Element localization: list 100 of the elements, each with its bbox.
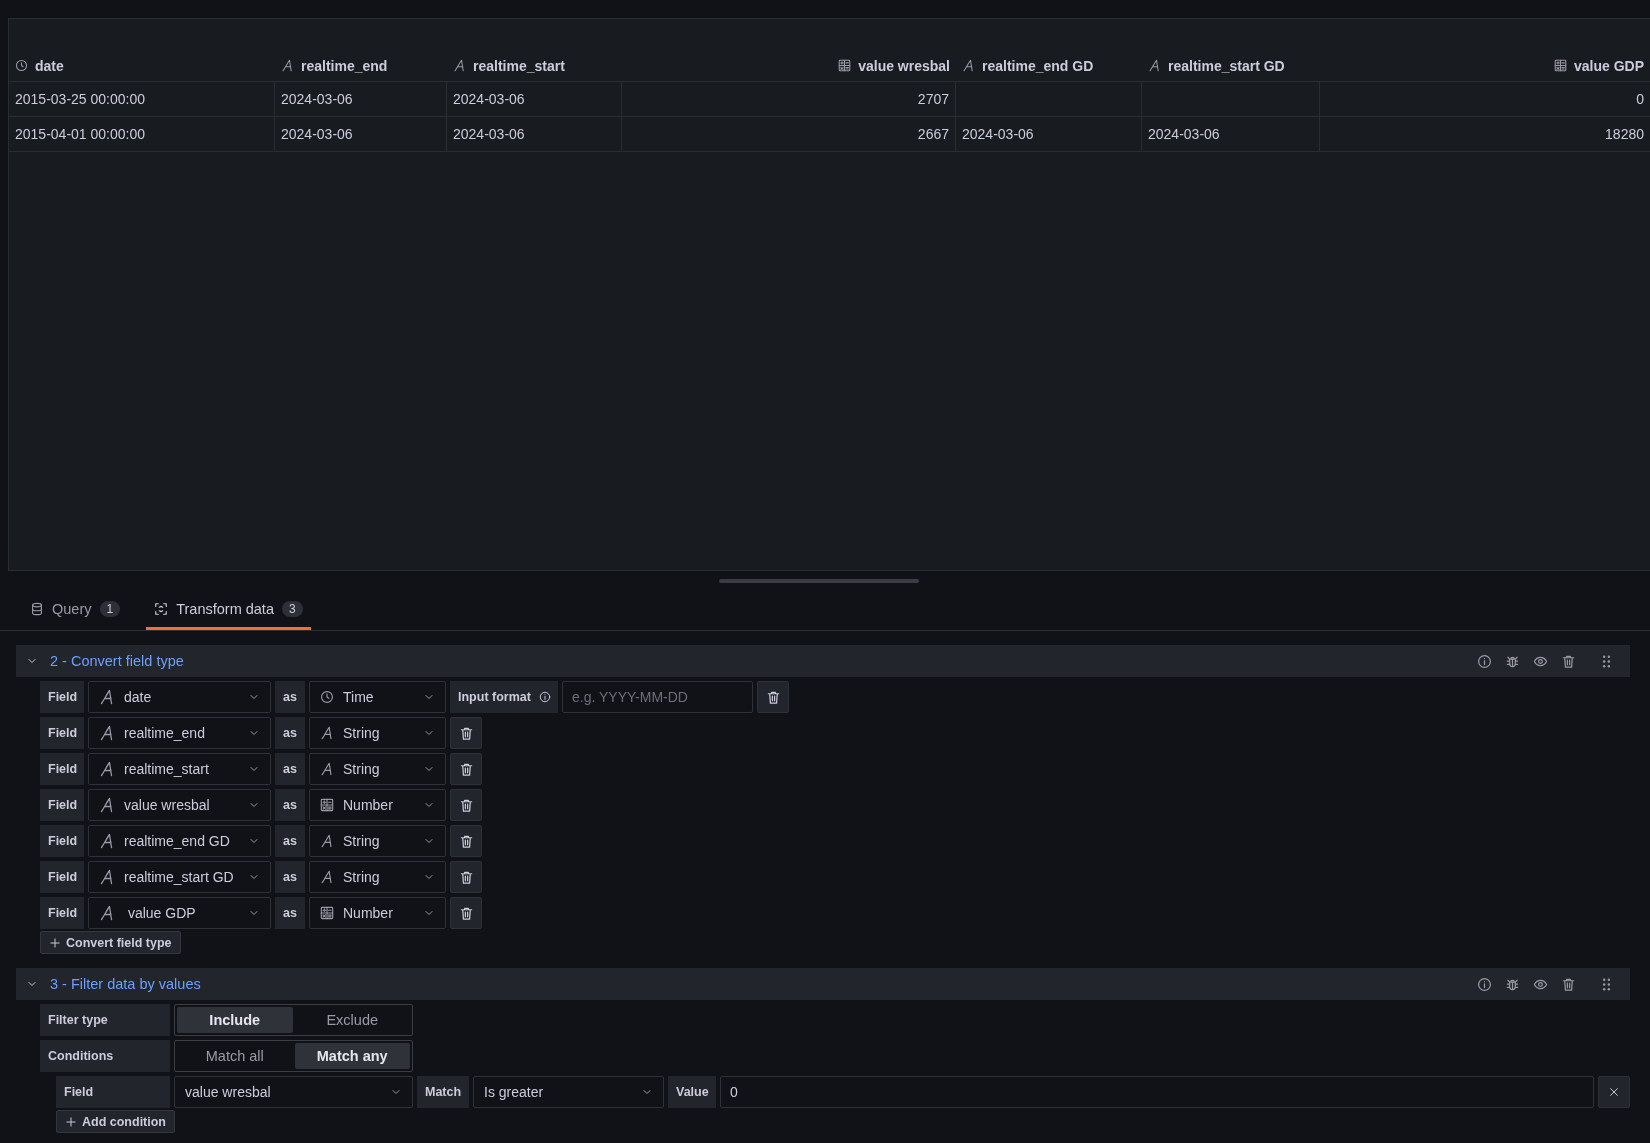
- filter-type-label: Filter type: [40, 1004, 170, 1036]
- table-cell: 2024-03-06: [275, 82, 447, 117]
- field-select[interactable]: value wresbal: [88, 789, 271, 821]
- match-label: Match: [417, 1076, 469, 1108]
- as-label: as: [275, 753, 305, 785]
- delete-button[interactable]: [450, 861, 482, 893]
- text-type-icon: [99, 869, 115, 885]
- as-label: as: [275, 861, 305, 893]
- trash-icon: [458, 869, 474, 885]
- convert-field-type-button[interactable]: Convert field type: [40, 931, 181, 954]
- text-type-icon: [99, 833, 115, 849]
- as-label: as: [275, 789, 305, 821]
- conditions-label: Conditions: [40, 1040, 170, 1072]
- text-type-icon: [1148, 59, 1161, 72]
- delete-button[interactable]: [450, 825, 482, 857]
- segment-option[interactable]: Match any: [294, 1043, 410, 1069]
- plus-icon: [49, 936, 61, 949]
- segment-option[interactable]: Include: [177, 1007, 293, 1033]
- column-header[interactable]: date: [9, 50, 275, 82]
- trash-icon: [458, 797, 474, 813]
- trash-icon: [458, 833, 474, 849]
- field-label: Field: [40, 717, 84, 749]
- table-cell: 2024-03-06: [447, 117, 622, 152]
- column-header[interactable]: realtime_start GD: [1142, 50, 1320, 82]
- field-label: Field: [40, 897, 84, 929]
- table-cell: 2015-03-25 00:00:00: [9, 82, 275, 117]
- table-cell: 2667: [622, 117, 956, 152]
- transformation-title[interactable]: 2 - Convert field type: [50, 653, 1465, 669]
- info-icon: [1477, 653, 1492, 669]
- field-label: Field: [40, 861, 84, 893]
- delete-button[interactable]: [450, 897, 482, 929]
- clock-icon: [320, 690, 334, 704]
- text-type-icon: [320, 870, 334, 884]
- info-icon: [1477, 976, 1492, 992]
- delete-button[interactable]: [757, 681, 789, 713]
- as-label: as: [275, 717, 305, 749]
- table-cell: 2024-03-06: [956, 117, 1142, 152]
- input-format-field[interactable]: e.g. YYYY-MM-DD: [562, 681, 753, 713]
- delete-button[interactable]: [450, 753, 482, 785]
- field-select[interactable]: realtime_start GD: [88, 861, 271, 893]
- column-header[interactable]: value wresbal: [622, 50, 956, 82]
- resize-handle[interactable]: [719, 578, 919, 583]
- segment-option[interactable]: Exclude: [294, 1007, 410, 1033]
- as-label: as: [275, 825, 305, 857]
- column-header[interactable]: value GDP: [1320, 50, 1650, 82]
- close-icon: [1608, 1086, 1620, 1098]
- clock-icon: [15, 59, 28, 72]
- type-select[interactable]: String: [309, 861, 446, 893]
- type-select[interactable]: String: [309, 825, 446, 857]
- trash-icon: [765, 689, 781, 705]
- info-icon: [538, 691, 551, 703]
- trash-icon: [458, 905, 474, 921]
- field-select[interactable]: value GDP: [88, 897, 271, 929]
- field-label: Field: [40, 753, 84, 785]
- type-select[interactable]: Number: [309, 789, 446, 821]
- text-type-icon: [99, 761, 115, 777]
- value-field[interactable]: 0: [720, 1076, 1594, 1108]
- number-grid-icon: [1553, 59, 1567, 72]
- type-select[interactable]: Number: [309, 897, 446, 929]
- field-select[interactable]: realtime_start: [88, 753, 271, 785]
- table-cell: 2024-03-06: [1142, 117, 1320, 152]
- text-type-icon: [320, 834, 334, 848]
- table-cell: 2707: [622, 82, 956, 117]
- value-label: Value: [668, 1076, 716, 1108]
- text-type-icon: [99, 797, 115, 813]
- field-label: Field: [56, 1076, 170, 1108]
- tab[interactable]: Query 1: [22, 590, 129, 630]
- column-header[interactable]: realtime_start: [447, 50, 622, 82]
- type-select[interactable]: String: [309, 753, 446, 785]
- add-condition-button[interactable]: Add condition: [56, 1110, 175, 1133]
- number-grid-icon: [320, 906, 334, 920]
- table-cell: 2015-04-01 00:00:00: [9, 117, 275, 152]
- text-type-icon: [962, 59, 975, 72]
- number-grid-icon: [320, 798, 334, 812]
- text-type-icon: [453, 59, 466, 72]
- field-label: Field: [40, 681, 84, 713]
- tab[interactable]: Transform data 3: [146, 590, 311, 630]
- delete-button[interactable]: [450, 717, 482, 749]
- column-header[interactable]: realtime_end: [275, 50, 447, 82]
- type-select[interactable]: String: [309, 717, 446, 749]
- trash-icon: [458, 761, 474, 777]
- field-select[interactable]: value wresbal: [174, 1076, 413, 1108]
- segment-option[interactable]: Match all: [177, 1043, 293, 1069]
- plus-icon: [65, 1115, 77, 1128]
- column-header[interactable]: realtime_end GD: [956, 50, 1142, 82]
- transformation-title[interactable]: 3 - Filter data by values: [50, 976, 1465, 992]
- field-select[interactable]: realtime_end: [88, 717, 271, 749]
- match-select[interactable]: Is greater: [473, 1076, 664, 1108]
- delete-button[interactable]: [450, 789, 482, 821]
- number-grid-icon: [838, 59, 852, 72]
- type-select[interactable]: Time: [309, 681, 446, 713]
- database-icon: [30, 601, 44, 616]
- as-label: as: [275, 897, 305, 929]
- text-type-icon: [281, 59, 294, 72]
- trash-icon: [1561, 976, 1576, 992]
- field-label: Field: [40, 825, 84, 857]
- field-select[interactable]: realtime_end GD: [88, 825, 271, 857]
- table-cell: 0: [1320, 82, 1650, 117]
- trash-icon: [458, 725, 474, 741]
- field-select[interactable]: date: [88, 681, 271, 713]
